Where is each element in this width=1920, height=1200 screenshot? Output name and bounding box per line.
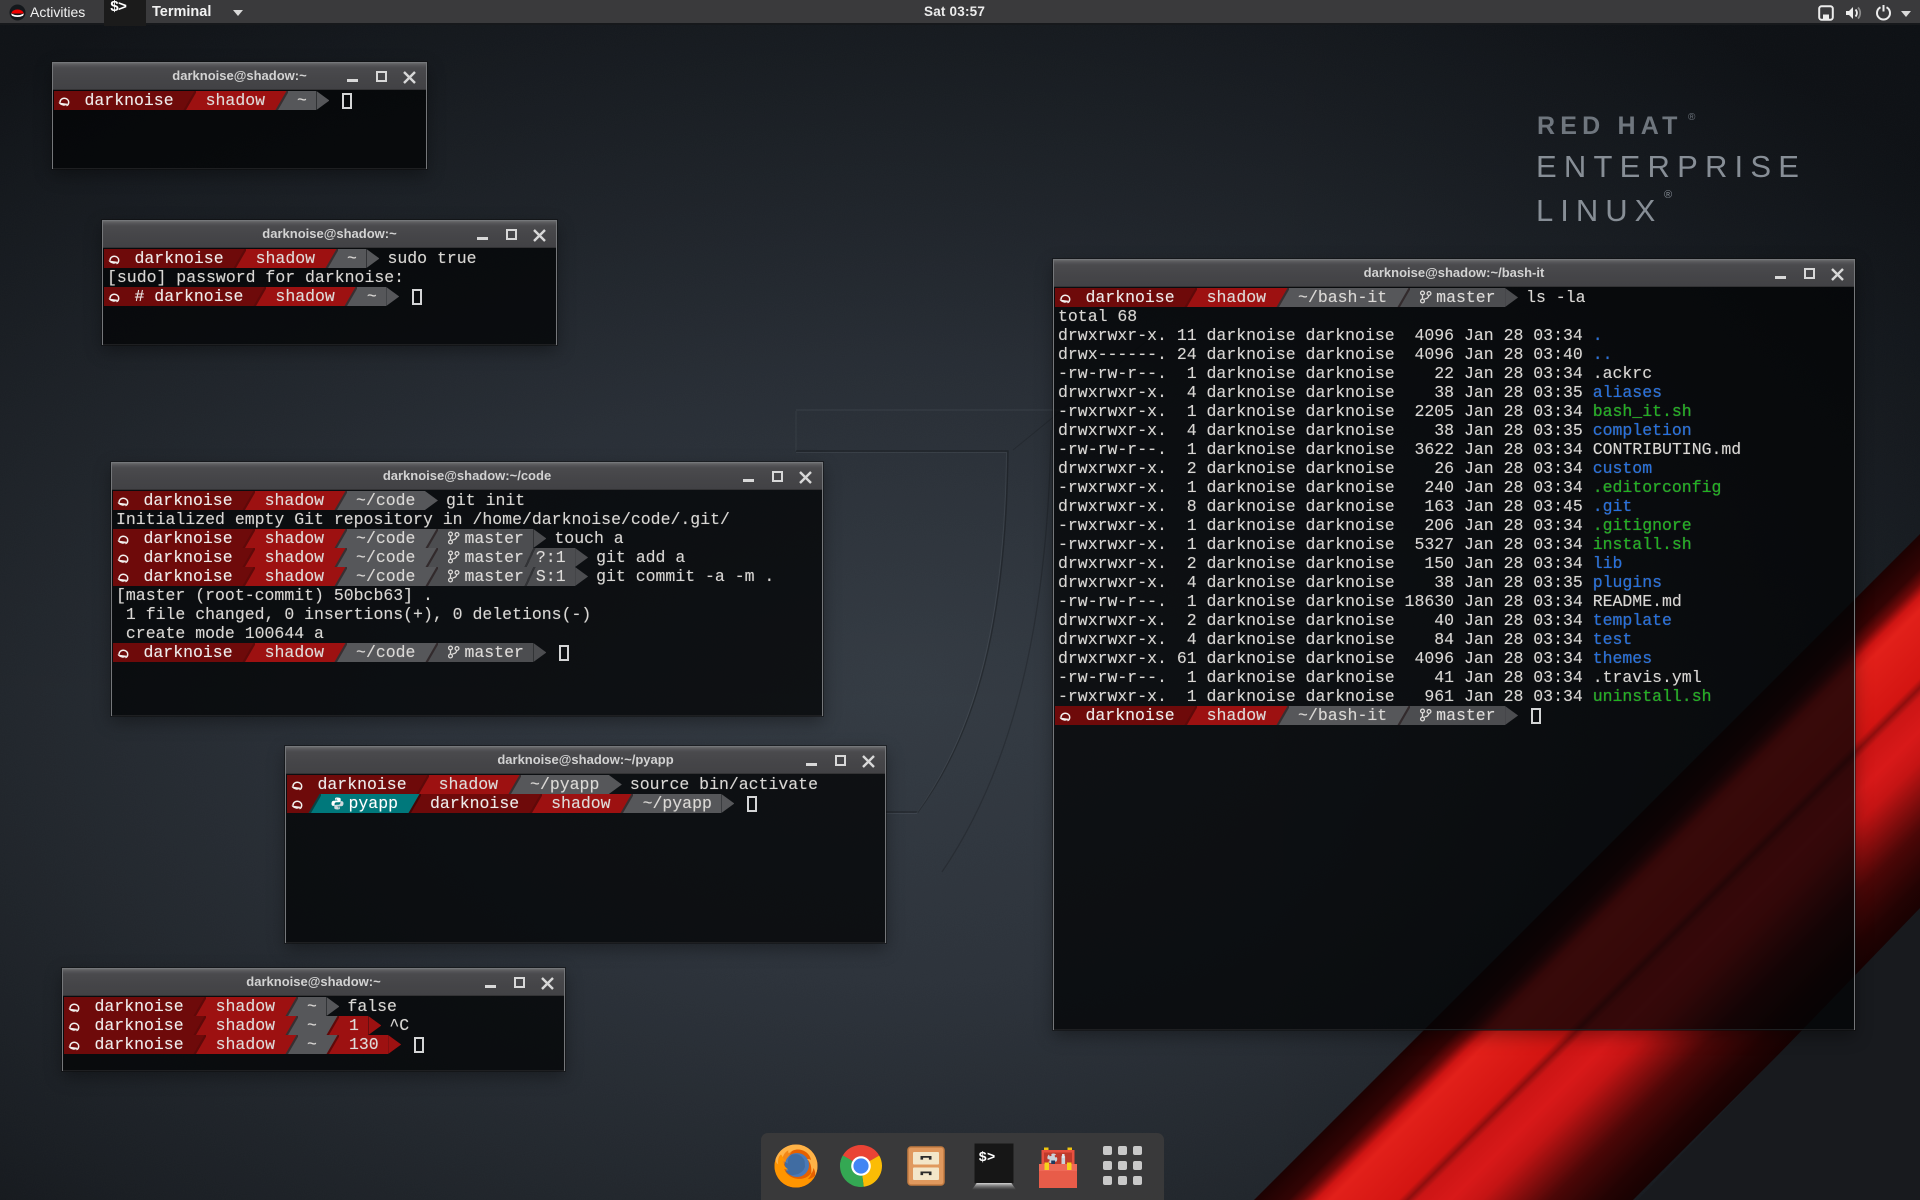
svg-text:®: ® — [1664, 189, 1672, 201]
svg-text:RED HAT: RED HAT — [1537, 112, 1683, 140]
svg-text:$>: $> — [979, 1150, 996, 1166]
svg-text:®: ® — [1688, 112, 1696, 123]
svg-text:LINUX: LINUX — [1536, 193, 1662, 228]
svg-text:ENTERPRISE: ENTERPRISE — [1536, 149, 1806, 184]
